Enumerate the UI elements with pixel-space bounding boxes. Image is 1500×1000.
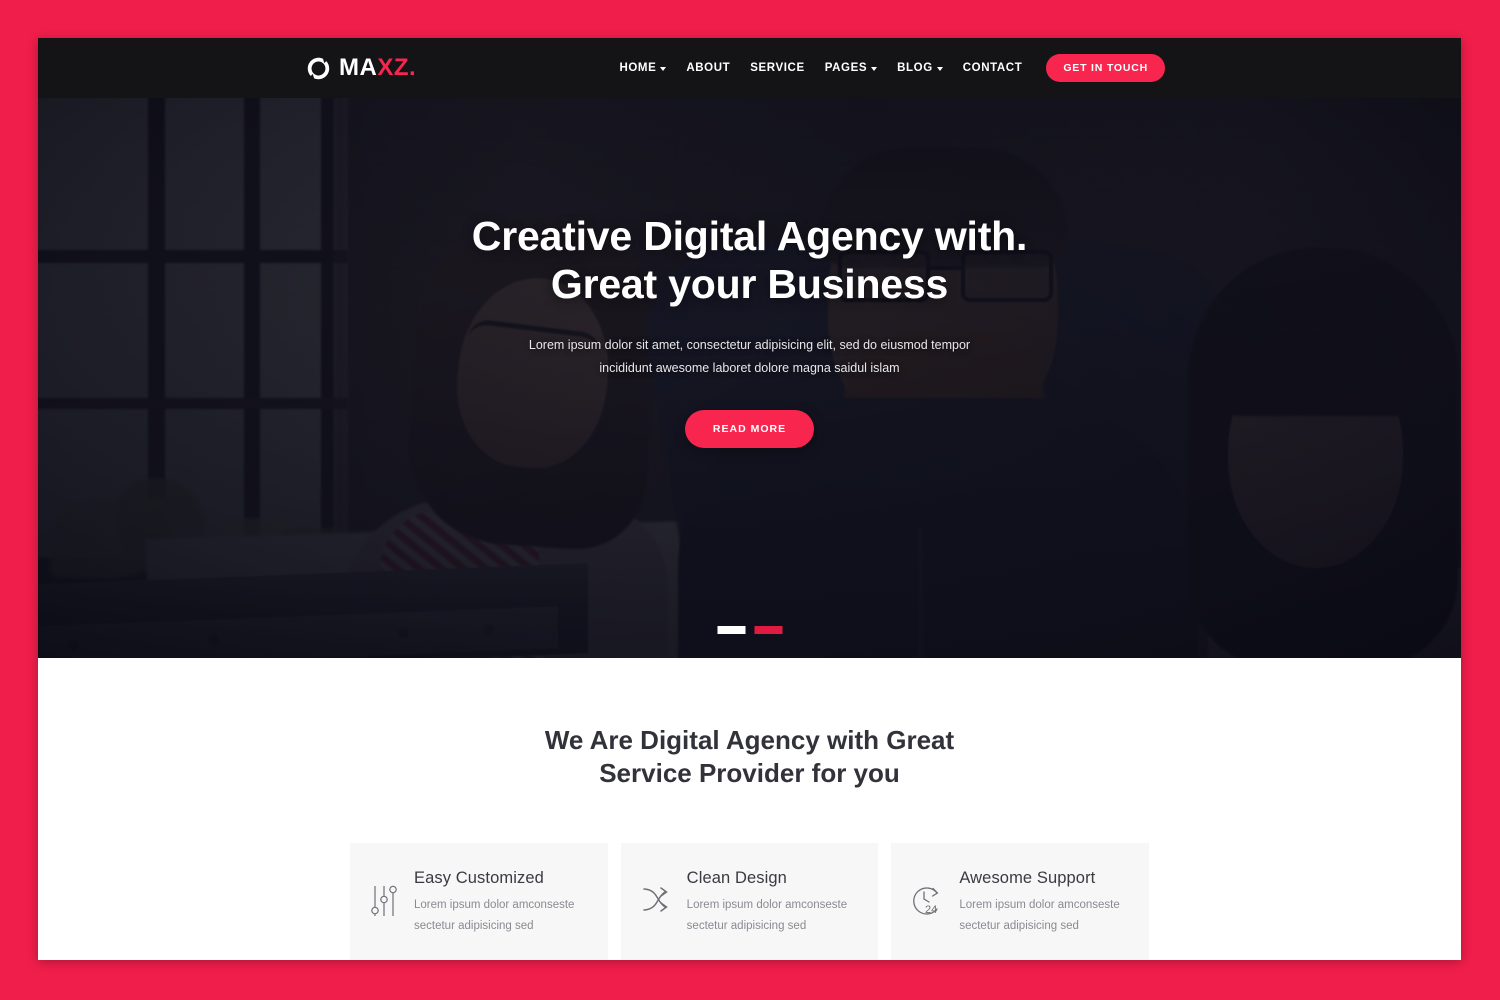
card-description: Lorem ipsum dolor amconseste sectetur ad… [687, 895, 847, 938]
nav-item-home[interactable]: HOME [609, 62, 676, 74]
chevron-down-icon [936, 67, 943, 71]
slider-pagination [717, 626, 782, 634]
hero-slider: Creative Digital Agency with. Great your… [38, 98, 1461, 658]
hero-subtitle: Lorem ipsum dolor sit amet, consectetur … [515, 334, 985, 380]
card-desc-line2: sectetur adipisicing sed [414, 919, 534, 932]
card-body: Clean Design Lorem ipsum dolor amconsest… [687, 869, 847, 938]
card-body: Awesome Support Lorem ipsum dolor amcons… [959, 869, 1119, 938]
card-desc-line2: sectetur adipisicing sed [959, 919, 1079, 932]
nav-label: SERVICE [750, 62, 805, 74]
card-desc-line1: Lorem ipsum dolor amconseste [414, 898, 575, 911]
nav-item-pages[interactable]: PAGES [815, 62, 887, 74]
section-title-line1: We Are Digital Agency with Great [544, 725, 955, 755]
nav-item-contact[interactable]: CONTACT [953, 62, 1033, 74]
card-title: Awesome Support [959, 868, 1096, 887]
service-card-easy-customized[interactable]: Easy Customized Lorem ipsum dolor amcons… [350, 842, 608, 960]
read-more-button[interactable]: READ MORE [684, 410, 815, 448]
svg-text:24: 24 [925, 904, 937, 916]
card-description: Lorem ipsum dolor amconseste sectetur ad… [959, 895, 1119, 938]
shuffle-icon [641, 883, 673, 922]
nav-label: BLOG [897, 62, 933, 74]
sliders-icon [370, 883, 400, 924]
hero-subtitle-line2: incididunt awesome laboret dolore magna … [599, 360, 900, 375]
section-title-line2: Service Provider for you [599, 758, 900, 789]
clock-24-icon: 24 [911, 883, 945, 924]
chevron-down-icon [871, 67, 878, 71]
get-in-touch-button[interactable]: GET IN TOUCH [1046, 54, 1165, 82]
card-desc-line1: Lorem ipsum dolor amconseste [959, 898, 1120, 911]
service-cards: Easy Customized Lorem ipsum dolor amcons… [38, 842, 1461, 960]
hero-title-line1: Creative Digital Agency with. [471, 213, 1028, 259]
site-header: MAXZ. HOME ABOUT SERVICE PAGES BLOG CONT… [38, 38, 1461, 98]
card-title: Easy Customized [414, 868, 544, 887]
card-description: Lorem ipsum dolor amconseste sectetur ad… [414, 895, 574, 938]
circle-slash-logo-icon [306, 56, 331, 81]
nav-label: CONTACT [962, 62, 1023, 74]
logo-wordmark: MAXZ. [339, 56, 416, 80]
logo-text-accent: XZ. [377, 54, 417, 81]
logo-text-primary: MA [339, 54, 378, 81]
hero-content: Creative Digital Agency with. Great your… [38, 98, 1461, 658]
nav-label: PAGES [824, 62, 868, 74]
nav-item-blog[interactable]: BLOG [887, 62, 953, 74]
website-preview-frame: MAXZ. HOME ABOUT SERVICE PAGES BLOG CONT… [38, 38, 1461, 960]
nav-item-service[interactable]: SERVICE [740, 62, 814, 74]
service-card-awesome-support[interactable]: 24 Awesome Support Lorem ipsum dolor amc… [891, 842, 1150, 960]
hero-title: Creative Digital Agency with. Great your… [471, 212, 1028, 309]
service-card-clean-design[interactable]: Clean Design Lorem ipsum dolor amconsest… [620, 842, 879, 960]
chevron-down-icon [660, 67, 667, 71]
hero-title-line2: Great your Business [550, 261, 949, 308]
hero-subtitle-line1: Lorem ipsum dolor sit amet, consectetur … [528, 337, 971, 352]
card-desc-line2: sectetur adipisicing sed [686, 919, 807, 932]
card-body: Easy Customized Lorem ipsum dolor amcons… [414, 869, 574, 938]
card-title: Clean Design [686, 868, 787, 887]
main-navigation: HOME ABOUT SERVICE PAGES BLOG CONTACT GE… [609, 54, 1165, 82]
slider-dot-2[interactable] [754, 626, 782, 634]
nav-label: ABOUT [686, 62, 731, 74]
nav-label: HOME [619, 62, 657, 74]
nav-item-about[interactable]: ABOUT [676, 62, 740, 74]
site-logo[interactable]: MAXZ. [306, 56, 416, 81]
card-desc-line1: Lorem ipsum dolor amconseste [686, 898, 848, 911]
services-section: We Are Digital Agency with Great Service… [38, 658, 1461, 960]
section-title: We Are Digital Agency with Great Service… [38, 724, 1461, 791]
slider-dot-1[interactable] [717, 626, 745, 634]
